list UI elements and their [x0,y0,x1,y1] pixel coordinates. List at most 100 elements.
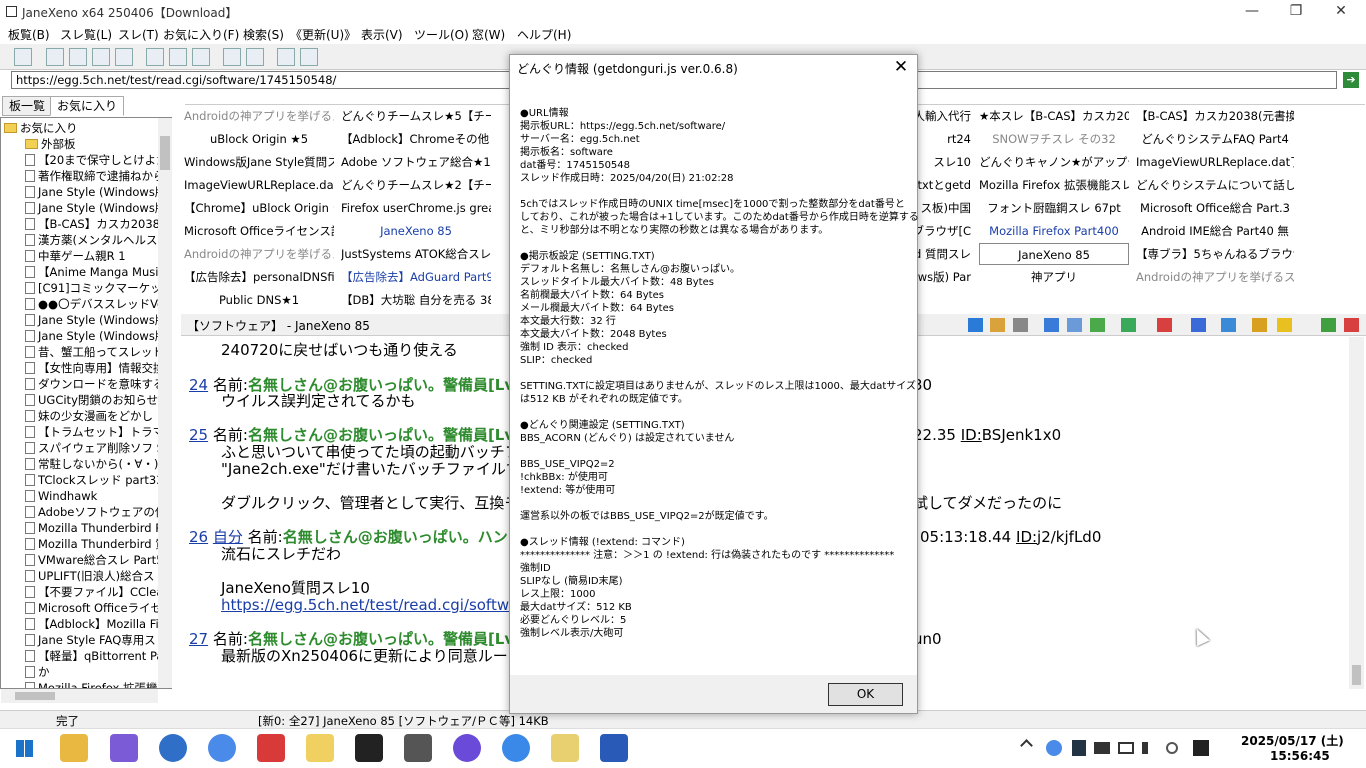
firefox-icon[interactable] [453,734,481,762]
thread-list-item[interactable]: 【広告除去】AdGuard Part93 [341,266,491,288]
thread-list-item[interactable]: ImageViewURLReplace.dat了 [184,174,334,196]
app-f-icon[interactable] [257,734,285,762]
thread-list-item[interactable]: Public DNS★1 [184,289,334,311]
thread-list-item[interactable]: Androidの神アプリを挙げるスレ [1136,266,1294,288]
settings-icon[interactable] [14,48,32,66]
tray-volume-icon[interactable] [1142,742,1156,754]
thread-list-item[interactable]: Mozilla Firefox Part400 [979,220,1129,242]
notes-icon[interactable] [306,734,334,762]
pen-icon[interactable] [1191,318,1206,332]
tab-favorites[interactable]: お気に入り [50,96,125,116]
favorite-thread-item[interactable]: 【女性向専用】情報交換 [25,360,165,376]
magnifier-icon[interactable] [246,48,264,66]
favorite-thread-item[interactable]: 昔、蟹工船ってスレッドが [25,344,171,360]
thread-scrollbar[interactable] [1349,337,1364,689]
chromium-icon[interactable] [502,734,530,762]
write-icon[interactable] [146,48,164,66]
thread-list-item[interactable]: ★本スレ【B-CAS】カスカ2038 [979,105,1129,127]
ok-button[interactable]: OK [828,683,903,706]
post-id-25[interactable]: BSJenk1x0 [982,426,1061,444]
favorite-thread-item[interactable]: 【Anime Manga Music】 [25,264,171,280]
menu-thread[interactable]: スレ(T) [118,26,159,43]
favorite-thread-item[interactable]: 中華ゲーム親R 1 [25,248,126,264]
filter-icon[interactable] [968,318,983,332]
post-number-24[interactable]: 24 [189,376,208,394]
close-window-button[interactable]: ✕ [1318,0,1364,24]
tray-chrome-icon[interactable] [1046,740,1062,756]
favorite-thread-item[interactable]: Windhawk [25,488,97,504]
thread-list-item[interactable]: どんぐりチームスレ★5【チーム [341,105,491,127]
poster-name-27[interactable]: 名無しさん@お腹いっぱい。警備員[Lv [248,630,514,648]
menu-update[interactable]: 《更新(U)》 [290,26,356,43]
thread-list-item[interactable]: どんぐりチームスレ★2【チーム [341,174,491,196]
clock-time[interactable]: 15:56:45 [1270,749,1330,763]
layout1-icon[interactable] [46,48,64,66]
post-number-26[interactable]: 26 [189,528,208,546]
post-number-25[interactable]: 25 [189,426,208,444]
favorite-thread-item[interactable]: 【不要ファイル】CCleane [25,584,171,600]
write-reply-icon[interactable] [1252,318,1267,332]
favorite-thread-item[interactable]: 【B-CAS】カスカ2038(上 [25,216,171,232]
layout2-icon[interactable] [69,48,87,66]
options-icon[interactable] [277,48,295,66]
favorite-thread-item[interactable]: Microsoft Officeライセ [25,600,162,616]
terminal-icon[interactable] [355,734,383,762]
dialog-close-icon[interactable]: ✕ [890,57,912,79]
menu-search[interactable]: 検索(S) [243,26,284,43]
menu-help[interactable]: ヘルプ(H) [517,26,571,43]
tray-shield-icon[interactable] [1072,740,1086,756]
thread-list-item[interactable]: 【広告除去】personalDNSfilte [184,266,334,288]
explorer-icon[interactable] [60,734,88,762]
thread-list-item[interactable]: 神アプリ [979,266,1129,288]
clock-icon[interactable] [1044,318,1059,332]
tray-drive-icon[interactable] [1094,742,1110,754]
thread-list-item[interactable]: Mozilla Firefox 拡張機能スレ [979,174,1129,196]
favorite-thread-item[interactable]: Mozilla Firefox 拡張機 [25,680,158,688]
thread-list-item[interactable]: Microsoft Officeライセンス認 [184,220,334,242]
favorite-thread-item[interactable]: ●●〇デバススレッドVe [25,296,164,312]
thread-list-item[interactable]: どんぐりキャノン★がアップデート [979,151,1129,173]
favorite-thread-item[interactable]: Jane Style (Windows版 [25,184,166,200]
update-icon[interactable] [1121,318,1136,332]
clock-date[interactable]: 2025/05/17 (土) [1241,732,1344,749]
layout3-icon[interactable] [92,48,110,66]
thread-list-item[interactable]: Windows版Jane Style質問ス [184,151,334,173]
favorite-thread-item[interactable]: Mozilla Thunderbird 質 [25,536,167,552]
favorite-thread-item[interactable]: Mozilla Thunderbird Pa [25,520,169,536]
post-id-26[interactable]: j2/kjfLd0 [1037,528,1101,546]
restore-button[interactable]: ❐ [1273,0,1319,24]
poster-name-25[interactable]: 名無しさん@お腹いっぱい。警備員[Lv [248,426,514,444]
menu-threadlist[interactable]: スレ覧(L) [60,26,112,43]
refresh-tab-icon[interactable] [1321,318,1336,332]
reload-icon[interactable] [1090,318,1105,332]
thread-list-item[interactable]: Adobe ソフトウェア総合★12 [341,151,491,173]
browser-icon[interactable] [159,734,187,762]
thread-list-item[interactable]: 【専ブラ】5ちゃんねるブラウザ[C [1136,243,1294,265]
favorite-thread-item[interactable]: Jane Style FAQ専用ス [25,632,156,648]
thread-list-item[interactable]: SNOWヲチスレ その32 [979,128,1129,150]
tree-root[interactable]: お気に入り [4,120,78,136]
tray-power-icon[interactable] [1166,742,1178,754]
menu-window[interactable]: 窓(W) [472,26,505,43]
favorite-thread-item[interactable]: 妹の少女漫画をどかし [25,408,153,424]
thread-list-item[interactable]: 【B-CAS】カスカ2038(元書換 ゙ [1136,105,1294,127]
favorite-thread-item[interactable]: 著作権取締で逮捕ねから [25,168,165,184]
favorite-thread-item[interactable]: 【軽量】qBittorrent Par [25,648,168,664]
search-bubble-icon[interactable] [223,48,241,66]
thread-list-item[interactable]: Androidの神アプリを挙げるスレ [184,105,334,127]
thread-list-item[interactable]: 【Adblock】Chromeその他 広 [341,128,491,150]
favorite-thread-item[interactable]: ダウンロードを意味するD [25,376,171,392]
favorite-thread-item[interactable]: [C91]コミックマーケット総 [25,280,171,296]
game-icon[interactable] [600,734,628,762]
favorite-thread-item[interactable]: TClockスレッド part33 [25,472,163,488]
thread-list-item[interactable]: ImageViewURLReplace.dat了 [1136,151,1294,173]
favorite-thread-item[interactable]: Jane Style (Windows版 [25,312,166,328]
thread-list-item[interactable]: 【DB】大坊聡 自分を売る 384 [341,289,491,311]
minimize-button[interactable]: — [1229,0,1275,24]
favorite-thread-item[interactable]: UPLIFT(旧浪人)総合ス [25,568,155,584]
help-icon[interactable] [300,48,318,66]
tree-folder[interactable]: 外部板 [25,136,76,152]
thread-list-item[interactable]: どんぐりシステムについて話しま [1136,174,1294,196]
thread-list-item[interactable]: uBlock Origin ★5 [184,128,334,150]
favorite-thread-item[interactable]: 漢方薬(メンタルヘルス板 [25,232,169,248]
